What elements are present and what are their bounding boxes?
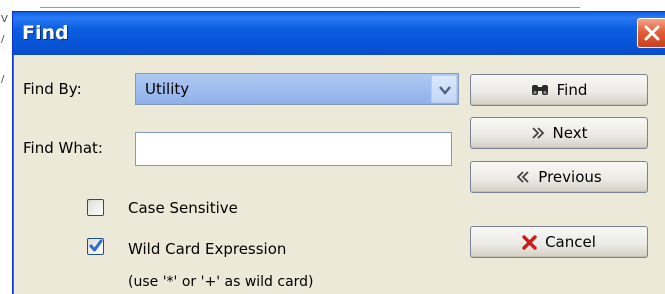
background-divider xyxy=(40,7,580,8)
find-what-input[interactable] xyxy=(135,132,452,166)
dialog-title: Find xyxy=(22,22,69,44)
find-what-label: Find What: xyxy=(23,139,103,157)
wild-card-hint: (use '*' or '+' as wild card) xyxy=(128,274,314,290)
next-button[interactable]: Next xyxy=(470,117,648,149)
cancel-button[interactable]: Cancel xyxy=(470,226,648,258)
title-bar[interactable]: Find xyxy=(13,12,665,55)
find-by-select[interactable]: Utility xyxy=(135,73,459,105)
previous-button-label: Previous xyxy=(538,168,602,186)
close-button[interactable] xyxy=(637,18,665,48)
previous-button[interactable]: Previous xyxy=(470,161,648,193)
wild-card-checkbox[interactable] xyxy=(87,238,104,255)
find-dialog: Find Find By: Utility Find What: Case Se… xyxy=(12,11,665,294)
case-sensitive-label[interactable]: Case Sensitive xyxy=(128,199,238,217)
chevron-double-right-icon xyxy=(531,126,545,140)
binoculars-icon xyxy=(531,83,549,97)
cancel-button-label: Cancel xyxy=(545,233,596,251)
wild-card-label[interactable]: Wild Card Expression xyxy=(128,240,286,258)
chevron-double-left-icon xyxy=(516,170,530,184)
find-button-label: Find xyxy=(556,81,588,99)
next-button-label: Next xyxy=(552,124,588,142)
red-x-icon xyxy=(522,234,537,250)
background-glyph: / xyxy=(1,34,5,45)
background-glyph: V xyxy=(1,14,8,25)
background-glyph: / xyxy=(1,74,5,85)
find-by-selected-value: Utility xyxy=(145,80,190,98)
find-button[interactable]: Find xyxy=(470,74,648,106)
find-by-dropdown-button[interactable] xyxy=(431,75,457,103)
close-icon xyxy=(644,25,660,41)
checkmark-icon xyxy=(89,239,103,252)
case-sensitive-checkbox[interactable] xyxy=(87,199,104,216)
chevron-down-icon xyxy=(439,86,451,95)
find-by-label: Find By: xyxy=(23,80,82,98)
